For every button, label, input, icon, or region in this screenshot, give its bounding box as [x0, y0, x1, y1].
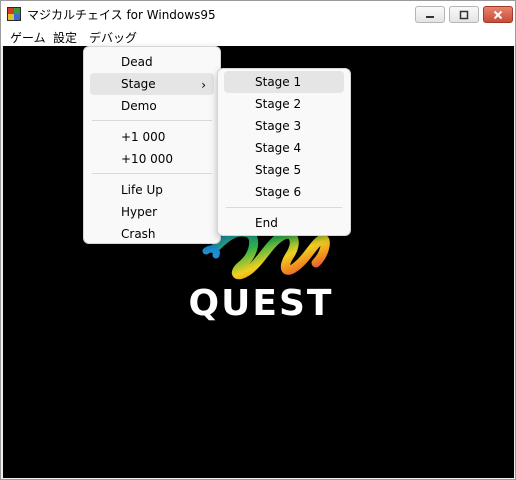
- app-window: マジカルチェイス for Windows95 ゲーム 設定 デバッグ QUEST…: [0, 0, 516, 480]
- close-button[interactable]: [483, 6, 513, 23]
- menu-separator: [92, 173, 212, 174]
- maximize-icon: [459, 10, 469, 20]
- menu-separator: [226, 207, 342, 208]
- menu-item-stage[interactable]: Stage ›: [90, 73, 214, 95]
- title-bar[interactable]: マジカルチェイス for Windows95: [1, 1, 515, 27]
- chevron-right-icon: ›: [201, 78, 206, 92]
- menu-item-end[interactable]: End: [224, 212, 344, 234]
- menu-item-label: Stage 1: [255, 75, 302, 89]
- stage-submenu: Stage 1 Stage 2 Stage 3 Stage 4 Stage 5 …: [217, 68, 351, 236]
- menu-item-label: Stage 4: [255, 141, 302, 155]
- menu-bar: ゲーム 設定 デバッグ: [1, 27, 515, 46]
- logo-text: QUEST: [189, 283, 334, 324]
- menu-separator: [92, 120, 212, 121]
- menu-item-stage-6[interactable]: Stage 6: [224, 181, 344, 203]
- menu-item-dead[interactable]: Dead: [90, 51, 214, 73]
- menu-item-stage-4[interactable]: Stage 4: [224, 137, 344, 159]
- app-icon: [7, 7, 21, 21]
- menu-item-hyper[interactable]: Hyper: [90, 201, 214, 223]
- menu-item-stage-5[interactable]: Stage 5: [224, 159, 344, 181]
- menu-item-label: End: [255, 216, 278, 230]
- debug-menu: Dead Stage › Demo +1 000 +10 000 Life Up…: [83, 46, 221, 244]
- menu-settings[interactable]: 設定: [53, 29, 77, 46]
- menu-game[interactable]: ゲーム: [10, 29, 46, 46]
- menu-item-label: Crash: [121, 227, 156, 241]
- maximize-button[interactable]: [449, 6, 479, 23]
- menu-item-stage-2[interactable]: Stage 2: [224, 93, 344, 115]
- menu-item-label: Hyper: [121, 205, 158, 219]
- minimize-button[interactable]: [415, 6, 445, 23]
- menu-item-stage-1[interactable]: Stage 1: [224, 71, 344, 93]
- menu-item-label: Demo: [121, 99, 157, 113]
- menu-item-label: +10 000: [121, 152, 174, 166]
- menu-item-plus-10000[interactable]: +10 000: [90, 148, 214, 170]
- menu-item-stage-3[interactable]: Stage 3: [224, 115, 344, 137]
- menu-item-crash[interactable]: Crash: [90, 223, 214, 245]
- window-title: マジカルチェイス for Windows95: [27, 8, 216, 22]
- menu-item-label: Dead: [121, 55, 153, 69]
- menu-item-life-up[interactable]: Life Up: [90, 179, 214, 201]
- menu-debug[interactable]: デバッグ: [89, 29, 137, 46]
- close-icon: [493, 10, 503, 20]
- menu-item-plus-1000[interactable]: +1 000: [90, 126, 214, 148]
- menu-item-label: Stage 6: [255, 185, 302, 199]
- menu-item-label: Stage 2: [255, 97, 302, 111]
- menu-item-label: Stage 5: [255, 163, 302, 177]
- menu-item-label: Stage 3: [255, 119, 302, 133]
- menu-item-label: Life Up: [121, 183, 163, 197]
- menu-item-label: Stage: [121, 77, 156, 91]
- minimize-icon: [426, 16, 434, 18]
- menu-item-label: +1 000: [121, 130, 166, 144]
- menu-item-demo[interactable]: Demo: [90, 95, 214, 117]
